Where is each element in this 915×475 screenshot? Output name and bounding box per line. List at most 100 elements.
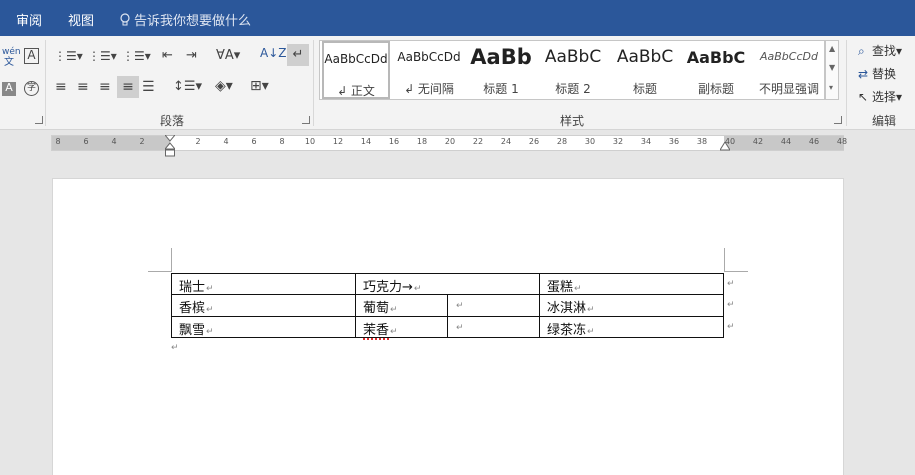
cell-text: 飘雪 bbox=[179, 323, 206, 338]
phonetic-guide-icon[interactable]: wén bbox=[2, 48, 21, 57]
select-button[interactable]: ↖ 选择▾ bbox=[858, 88, 902, 105]
replace-icon: ⇄ bbox=[858, 67, 869, 81]
char-border-icon[interactable]: A bbox=[24, 48, 39, 64]
gallery-more-icon[interactable]: ▾ bbox=[829, 83, 833, 92]
line-spacing-icon[interactable]: ↕☰▾ bbox=[173, 80, 202, 93]
table-cell[interactable]: 飘雪↵ bbox=[179, 319, 214, 338]
enclose-char-icon[interactable]: 字 bbox=[24, 81, 39, 96]
scroll-up-icon[interactable]: ▲ bbox=[829, 44, 835, 53]
ruler-number: 14 bbox=[360, 137, 372, 146]
font-dialog-launcher[interactable] bbox=[35, 116, 43, 124]
scroll-down-icon[interactable]: ▼ bbox=[829, 63, 835, 72]
table-cell[interactable]: 绿茶冻↵ bbox=[547, 319, 595, 338]
cell-mark: ↵ bbox=[456, 323, 464, 333]
decrease-indent-icon[interactable]: ⇤ bbox=[162, 49, 173, 62]
style-sample: AaBbCcDd bbox=[397, 50, 461, 64]
ruler-number: 8 bbox=[55, 137, 61, 146]
justify-icon[interactable]: ≡ bbox=[117, 76, 139, 98]
cell-mark: ↵ bbox=[390, 305, 398, 315]
style-heading-2[interactable]: AaBbC 标题 2 bbox=[538, 41, 608, 99]
multilevel-list-icon[interactable]: ⋮☰▾ bbox=[122, 50, 151, 62]
row-end-mark: ↵ bbox=[727, 279, 735, 289]
crop-mark bbox=[171, 248, 172, 272]
row-end-mark: ↵ bbox=[727, 300, 735, 310]
ruler-number: 44 bbox=[780, 137, 792, 146]
ruler-number: 12 bbox=[332, 137, 344, 146]
shading-icon[interactable]: ◈▾ bbox=[215, 79, 233, 93]
ruler-number: 48 bbox=[836, 137, 848, 146]
bullets-icon[interactable]: ⋮☰▾ bbox=[54, 50, 83, 62]
tell-me-box[interactable]: 告诉我你想要做什么 bbox=[120, 10, 251, 29]
tab-review[interactable]: 审阅 bbox=[16, 10, 42, 29]
style-subtitle[interactable]: AaBbC 副标题 bbox=[682, 41, 750, 99]
table-cell[interactable]: 巧克力→↵ bbox=[363, 276, 421, 295]
table-border bbox=[539, 273, 540, 338]
style-sample: AaBbC bbox=[616, 47, 674, 67]
table-cell[interactable]: 香槟↵ bbox=[179, 297, 214, 316]
editing-group-label: 编辑 bbox=[872, 114, 897, 128]
ruler-number: 4 bbox=[111, 137, 117, 146]
cell-mark: ↵ bbox=[206, 327, 214, 337]
style-title[interactable]: AaBbC 标题 bbox=[610, 41, 680, 99]
style-heading-1[interactable]: AaBb 标题 1 bbox=[468, 41, 534, 99]
increase-indent-icon[interactable]: ⇥ bbox=[186, 49, 197, 62]
find-button[interactable]: ⌕ 查找▾ bbox=[858, 42, 902, 59]
cell-text: 茉香 bbox=[363, 323, 390, 340]
style-label: 不明显强调 bbox=[758, 82, 819, 96]
style-label: 副标题 bbox=[697, 82, 734, 96]
numbering-icon[interactable]: ⋮☰▾ bbox=[88, 50, 117, 62]
ruler-number: 40 bbox=[724, 137, 736, 146]
cell-mark: ↵ bbox=[456, 301, 464, 311]
borders-icon[interactable]: ⊞▾ bbox=[250, 79, 269, 93]
align-left-icon[interactable]: ≡ bbox=[55, 80, 67, 94]
ruler-number: 42 bbox=[752, 137, 764, 146]
style-normal[interactable]: AaBbCcDd ↲ 正文 bbox=[322, 41, 390, 99]
cell-text: 葡萄 bbox=[363, 301, 390, 316]
cell-text: 巧克力→ bbox=[363, 280, 413, 295]
separator bbox=[313, 40, 314, 126]
replace-label: 替换 bbox=[872, 67, 897, 81]
gallery-scrollbar[interactable]: ▲ ▼ ▾ bbox=[825, 40, 839, 100]
replace-button[interactable]: ⇄ 替换 bbox=[858, 65, 896, 82]
cell-mark: ↵ bbox=[206, 305, 214, 315]
ruler-number: 32 bbox=[612, 137, 624, 146]
table-cell[interactable]: 蛋糕↵ bbox=[547, 276, 582, 295]
char-shading-icon[interactable]: A bbox=[2, 82, 16, 96]
ruler-number: 6 bbox=[251, 137, 257, 146]
ruler-number: 24 bbox=[500, 137, 512, 146]
indent-marker-icon[interactable] bbox=[165, 135, 175, 157]
cell-mark: ↵ bbox=[413, 284, 422, 294]
text-direction-icon[interactable]: ⱯA▾ bbox=[216, 49, 240, 62]
styles-dialog-launcher[interactable] bbox=[834, 116, 842, 124]
ruler-number: 6 bbox=[83, 137, 89, 146]
paragraph-dialog-launcher[interactable] bbox=[302, 116, 310, 124]
cell-mark: ↵ bbox=[206, 284, 214, 294]
align-right-icon[interactable]: ≡ bbox=[99, 80, 111, 94]
show-marks-icon[interactable]: ↵ bbox=[287, 44, 309, 66]
table-cell[interactable]: ↵ bbox=[455, 319, 464, 334]
paragraph-mark: ↵ bbox=[171, 343, 179, 353]
phonetic-guide-glyph: 文 bbox=[4, 57, 14, 68]
ruler-number: 16 bbox=[388, 137, 400, 146]
sort-icon[interactable]: A↓Z bbox=[260, 47, 286, 59]
table-cell[interactable]: 葡萄↵ bbox=[363, 297, 398, 316]
style-label: ↲ 无间隔 bbox=[404, 82, 454, 96]
horizontal-ruler[interactable]: 8 6 4 2 2 4 6 8 10 12 14 16 18 20 22 24 26 28 30 32 34 36 38 40… bbox=[51, 135, 847, 157]
crop-mark bbox=[724, 271, 748, 272]
style-sample: AaBbCcDd bbox=[324, 52, 388, 66]
distributed-icon[interactable]: ☰ bbox=[142, 80, 155, 94]
align-center-icon[interactable]: ≡ bbox=[77, 80, 89, 94]
table-cell[interactable]: ↵ bbox=[455, 297, 464, 312]
table-cell[interactable]: 冰淇淋↵ bbox=[547, 297, 595, 316]
menu-bar: 审阅 视图 告诉我你想要做什么 bbox=[0, 0, 915, 36]
table-border bbox=[355, 273, 356, 338]
ruler-number: 26 bbox=[528, 137, 540, 146]
table-cell[interactable]: 瑞士↵ bbox=[179, 276, 214, 295]
style-subtle-emphasis[interactable]: AaBbCcDd 不明显强调 bbox=[754, 41, 824, 99]
ruler-number: 30 bbox=[584, 137, 596, 146]
table-cell[interactable]: 茉香↵ bbox=[363, 319, 398, 340]
style-no-spacing[interactable]: AaBbCcDd ↲ 无间隔 bbox=[394, 41, 464, 99]
ruler-number: 10 bbox=[304, 137, 316, 146]
ruler-number: 2 bbox=[195, 137, 201, 146]
tab-view[interactable]: 视图 bbox=[68, 10, 94, 29]
